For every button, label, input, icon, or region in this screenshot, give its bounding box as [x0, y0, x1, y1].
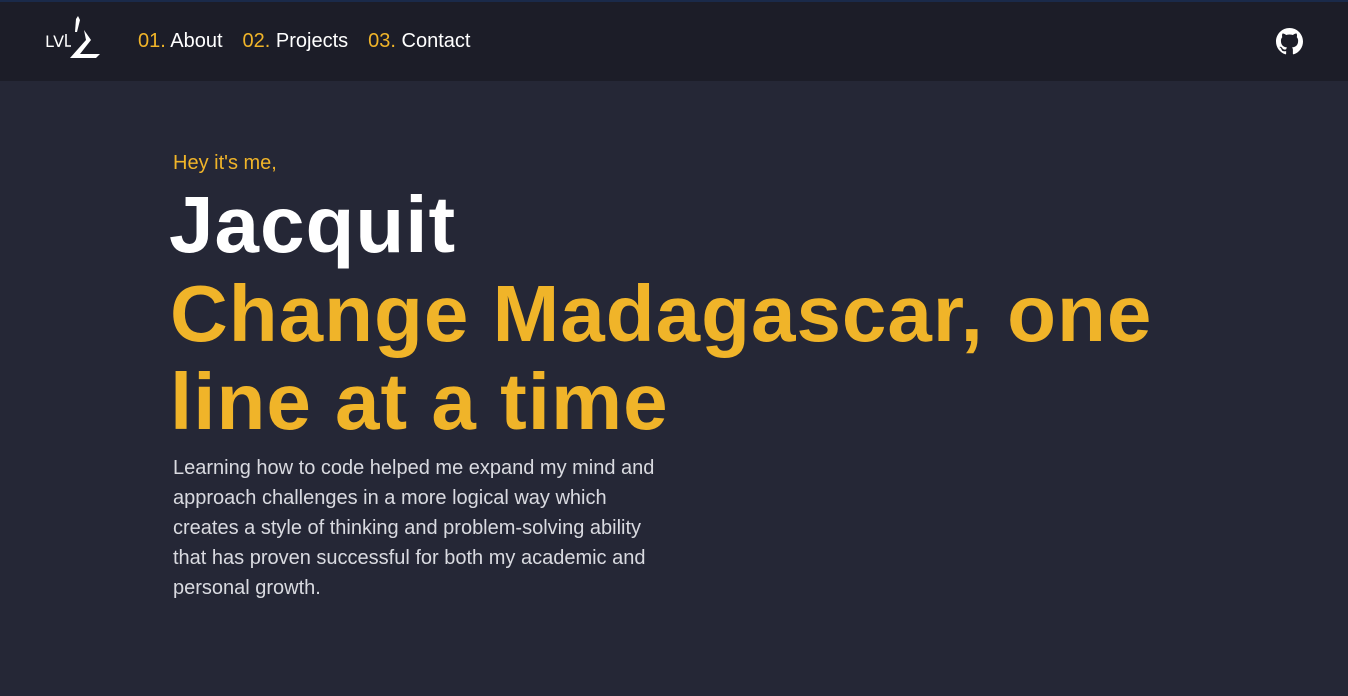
- hero-tagline: Change Madagascar, one line at a time: [170, 269, 1153, 446]
- nav-contact-number: 03.: [368, 30, 396, 52]
- nav-about-number: 01.: [138, 30, 166, 52]
- github-icon[interactable]: [1276, 28, 1303, 55]
- top-border: [0, 0, 1348, 2]
- nav-about-label: About: [170, 30, 223, 52]
- site-logo[interactable]: LV: [44, 14, 104, 60]
- hero-name: Jacquit: [169, 180, 457, 269]
- nav-projects-link[interactable]: 02. Projects: [243, 28, 349, 54]
- hero-bio-text: Learning how to code helped me expand my…: [173, 457, 655, 599]
- hero-bio: Learning how to code helped me expand my…: [173, 453, 658, 603]
- navbar: LV 01. About 02. Projects 03. Contact: [0, 0, 1348, 81]
- svg-text:LV: LV: [45, 32, 65, 51]
- nav-contact-label: Contact: [401, 30, 471, 52]
- nav-projects-number: 02.: [242, 30, 271, 52]
- nav-projects-label: Projects: [275, 30, 349, 52]
- nav-contact-link[interactable]: 03. Contact: [368, 28, 470, 54]
- main-nav: 01. About 02. Projects 03. Contact: [138, 28, 470, 54]
- hero-section: Hey it's me, Jacquit Change Madagascar, …: [0, 81, 1348, 696]
- hero-greeting: Hey it's me,: [173, 152, 277, 174]
- nav-about-link[interactable]: 01. About: [138, 28, 223, 54]
